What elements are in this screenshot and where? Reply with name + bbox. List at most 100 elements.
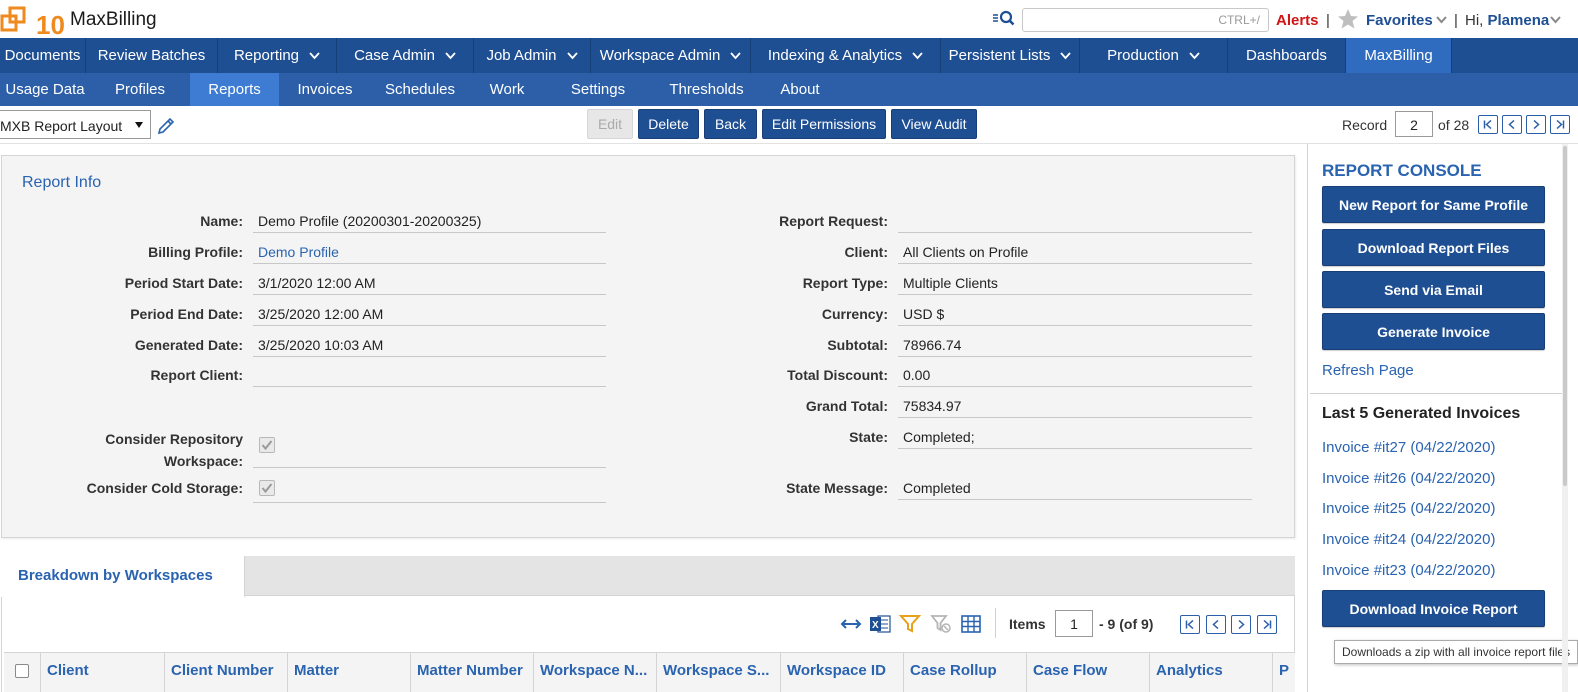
- field-value-billing-profile[interactable]: Demo Profile: [253, 244, 606, 264]
- invoice-link[interactable]: Invoice #it26 (04/22/2020): [1322, 470, 1495, 487]
- column-header-p[interactable]: P: [1273, 652, 1295, 692]
- tab-profiles[interactable]: Profiles: [90, 73, 190, 106]
- top-header: 10 MaxBilling CTRL+/ Alerts | Favorites …: [0, 0, 1578, 38]
- record-input[interactable]: 2: [1395, 111, 1433, 137]
- column-header-case-flow[interactable]: Case Flow: [1027, 652, 1150, 692]
- edit-permissions-button[interactable]: Edit Permissions: [762, 109, 886, 139]
- nav-item-review-batches[interactable]: Review Batches: [86, 38, 218, 73]
- resize-columns-icon[interactable]: [840, 614, 862, 634]
- logo-icon: 10: [0, 6, 65, 36]
- column-header-matter-number[interactable]: Matter Number: [411, 652, 534, 692]
- generate-invoice-button[interactable]: Generate Invoice: [1322, 313, 1545, 350]
- user-greeting[interactable]: Hi, Plamena: [1465, 12, 1549, 29]
- chevron-down-icon[interactable]: [1550, 16, 1561, 24]
- items-page-input[interactable]: 1: [1055, 610, 1093, 637]
- tab-reports[interactable]: Reports: [190, 73, 279, 106]
- download-report-files-button[interactable]: Download Report Files: [1322, 229, 1545, 266]
- send-via-email-button[interactable]: Send via Email: [1322, 271, 1545, 308]
- star-icon[interactable]: [1337, 8, 1359, 30]
- chevron-left-icon: [1508, 120, 1515, 129]
- search-icon[interactable]: [993, 9, 1015, 27]
- field-label: Report Client:: [150, 367, 243, 383]
- column-header-analytics[interactable]: Analytics: [1150, 652, 1273, 692]
- nav-item-reporting[interactable]: Reporting: [218, 38, 337, 73]
- tab-invoices[interactable]: Invoices: [279, 73, 371, 106]
- nav-item-indexing-analytics[interactable]: Indexing & Analytics: [751, 38, 941, 73]
- invoice-link[interactable]: Invoice #it24 (04/22/2020): [1322, 531, 1495, 548]
- column-header-case-rollup[interactable]: Case Rollup: [904, 652, 1027, 692]
- refresh-page-link[interactable]: Refresh Page: [1322, 362, 1414, 379]
- delete-button[interactable]: Delete: [638, 109, 699, 139]
- column-header-workspace-n[interactable]: Workspace N...: [534, 652, 657, 692]
- chevron-down-icon: [912, 51, 923, 59]
- view-audit-button[interactable]: View Audit: [891, 109, 977, 139]
- favorites-menu[interactable]: Favorites: [1366, 12, 1433, 29]
- invoice-link[interactable]: Invoice #it25 (04/22/2020): [1322, 500, 1495, 517]
- tab-usage-data[interactable]: Usage Data: [0, 73, 90, 106]
- nav-item-dashboards[interactable]: Dashboards: [1228, 38, 1346, 73]
- field-label: Name:: [200, 213, 243, 229]
- excel-export-icon[interactable]: X: [869, 614, 891, 634]
- divider: [995, 608, 996, 638]
- column-header-client[interactable]: Client: [41, 652, 165, 692]
- column-header-client-number[interactable]: Client Number: [165, 652, 288, 692]
- last-page-button[interactable]: [1257, 615, 1277, 634]
- report-info-title: Report Info: [22, 174, 102, 191]
- pencil-icon[interactable]: [156, 116, 176, 136]
- column-header-matter[interactable]: Matter: [288, 652, 411, 692]
- new-report-button[interactable]: New Report for Same Profile: [1322, 186, 1545, 223]
- back-button[interactable]: Back: [704, 109, 757, 139]
- nav-item-job-admin[interactable]: Job Admin: [474, 38, 591, 73]
- checkmark-icon: [261, 483, 273, 494]
- last-record-button[interactable]: [1550, 115, 1570, 134]
- chevron-down-icon: [566, 51, 578, 59]
- nav-item-case-admin[interactable]: Case Admin: [337, 38, 474, 73]
- invoice-link[interactable]: Invoice #it23 (04/22/2020): [1322, 562, 1495, 579]
- field-label: Billing Profile:: [148, 244, 243, 260]
- grid-layout-icon[interactable]: [960, 614, 982, 634]
- tab-thresholds[interactable]: Thresholds: [651, 73, 762, 106]
- chevron-down-icon: [309, 51, 320, 59]
- invoice-link[interactable]: Invoice #it27 (04/22/2020): [1322, 439, 1495, 456]
- tab-breakdown-by-workspaces[interactable]: Breakdown by Workspaces: [1, 556, 245, 597]
- select-all-checkbox[interactable]: [15, 664, 29, 678]
- filter-icon[interactable]: [899, 614, 921, 634]
- nav-item-label: Indexing & Analytics: [767, 47, 903, 64]
- next-page-button[interactable]: [1231, 615, 1251, 634]
- tab-about[interactable]: About: [762, 73, 838, 106]
- next-record-button[interactable]: [1526, 115, 1546, 134]
- nav-item-label: Job Admin: [486, 47, 557, 64]
- nav-item-production[interactable]: Production: [1080, 38, 1228, 73]
- clear-filter-icon[interactable]: [930, 614, 952, 634]
- scrollbar-thumb[interactable]: [1563, 146, 1567, 486]
- nav-item-maxbilling[interactable]: MaxBilling: [1346, 38, 1452, 73]
- column-header-workspace-s[interactable]: Workspace S...: [657, 652, 781, 692]
- edit-button[interactable]: Edit: [587, 109, 633, 139]
- prev-record-button[interactable]: [1502, 115, 1522, 134]
- tab-work[interactable]: Work: [469, 73, 545, 106]
- consider-cold-storage-checkbox[interactable]: [259, 480, 275, 496]
- record-label: Record: [1342, 117, 1388, 133]
- search-input[interactable]: CTRL+/: [1022, 8, 1269, 32]
- layout-select[interactable]: MXB Report Layout: [0, 110, 151, 139]
- nav-item-label: MaxBilling: [1364, 47, 1433, 64]
- first-page-button[interactable]: [1180, 615, 1200, 634]
- items-label: Items: [1009, 616, 1046, 632]
- consider-repository-checkbox[interactable]: [259, 437, 275, 453]
- alerts-link[interactable]: Alerts: [1276, 12, 1319, 29]
- field-value-period-end-date: 3/25/2020 12:00 AM: [253, 306, 606, 326]
- chevron-down-icon[interactable]: [1436, 16, 1447, 24]
- logo-text: 10: [36, 10, 65, 36]
- column-header-workspace-id[interactable]: Workspace ID: [781, 652, 904, 692]
- nav-item-documents[interactable]: Documents: [0, 38, 86, 73]
- nav-item-persistent-lists[interactable]: Persistent Lists: [941, 38, 1080, 73]
- tab-settings[interactable]: Settings: [545, 73, 651, 106]
- chevron-down-icon: [1060, 51, 1072, 59]
- first-record-button[interactable]: [1478, 115, 1498, 134]
- user-name[interactable]: Plamena: [1488, 12, 1550, 29]
- download-invoice-report-button[interactable]: Download Invoice Report: [1322, 590, 1545, 627]
- nav-item-workspace-admin[interactable]: Workspace Admin: [591, 38, 751, 73]
- tab-schedules[interactable]: Schedules: [371, 73, 469, 106]
- prev-page-button[interactable]: [1206, 615, 1226, 634]
- separator: |: [1454, 12, 1458, 29]
